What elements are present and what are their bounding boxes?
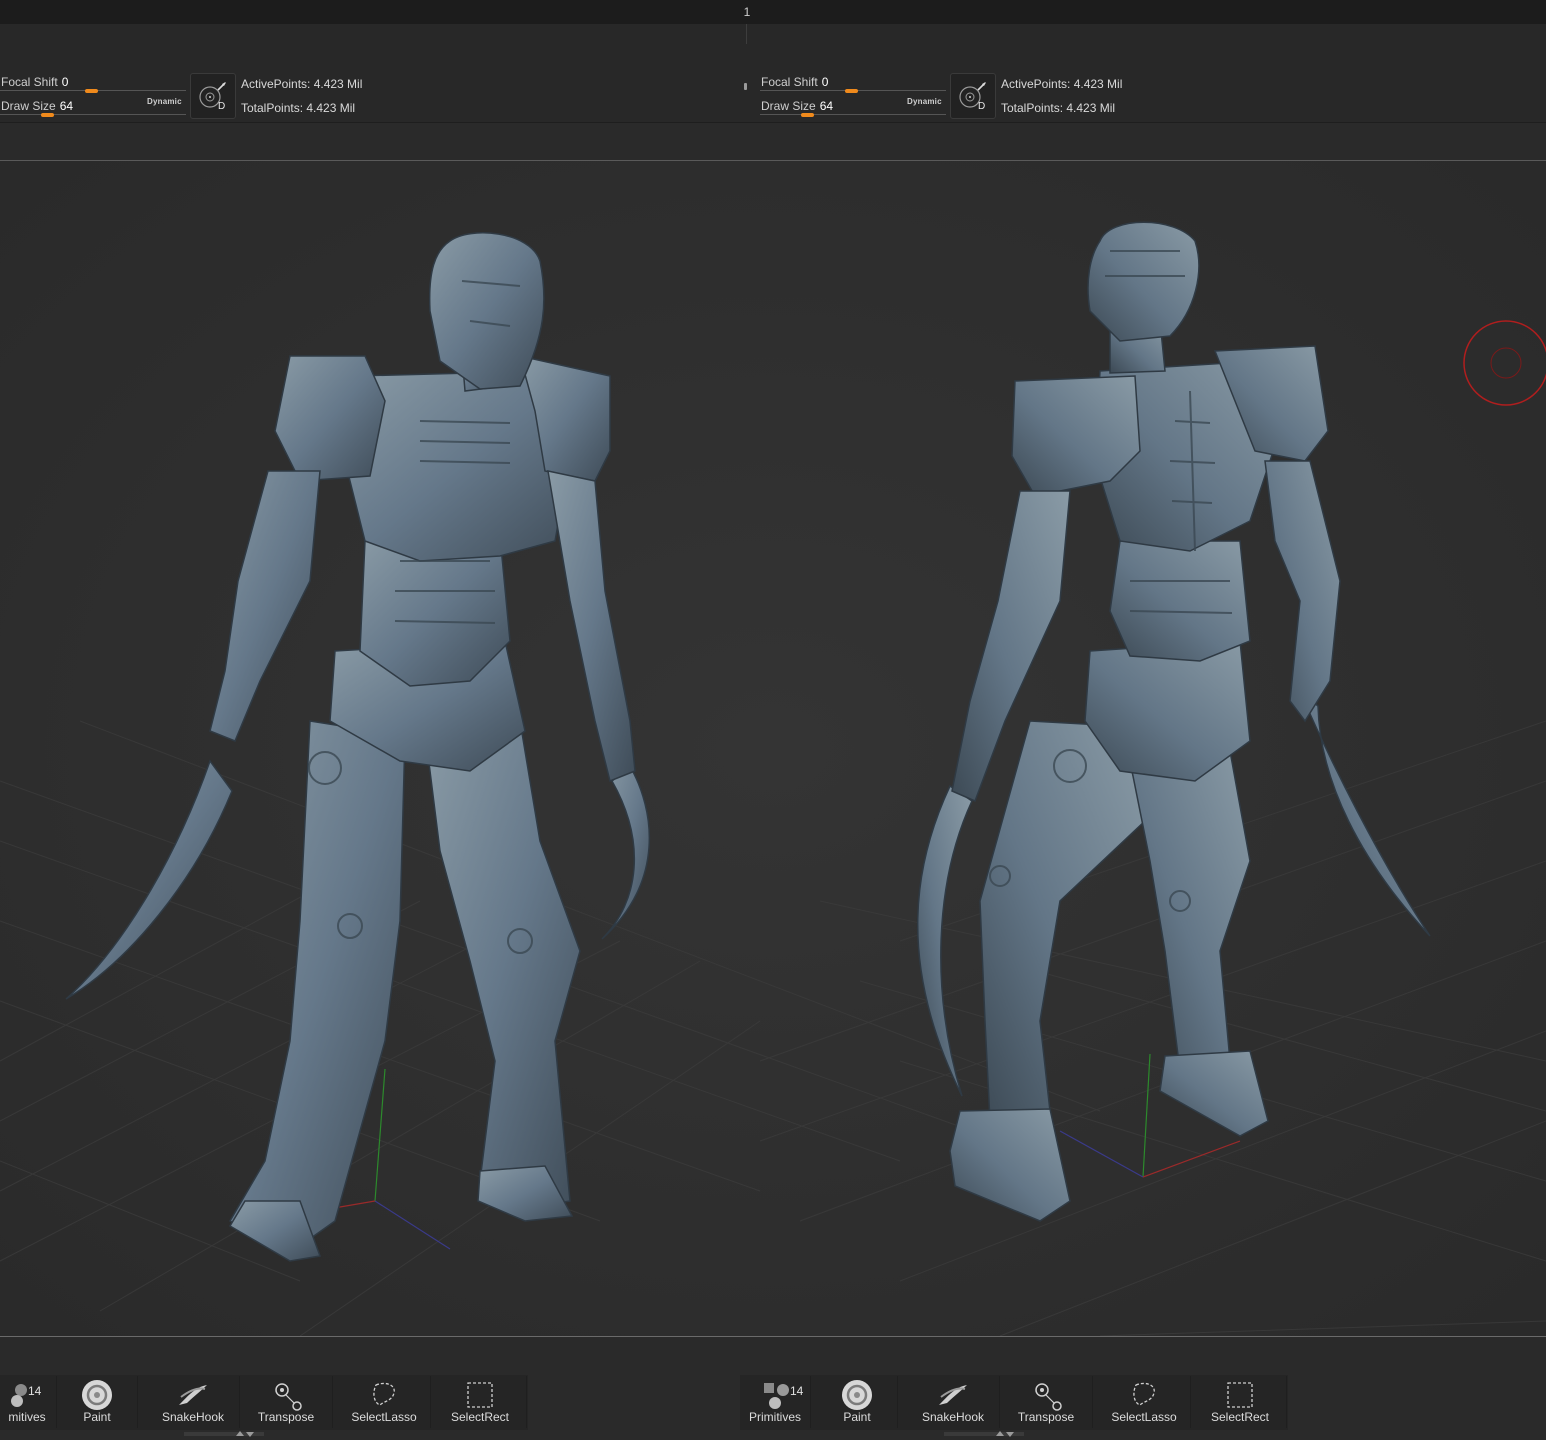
- tool-snakehook[interactable]: SnakeHook: [147, 1376, 240, 1428]
- focal-shift-label: Focal Shift: [761, 75, 818, 89]
- tool-label: SelectRect: [450, 1410, 510, 1424]
- selectrect-icon: [467, 1382, 493, 1408]
- tool-selectlasso[interactable]: SelectLasso: [338, 1376, 431, 1428]
- tool-transpose[interactable]: Transpose: [240, 1376, 333, 1428]
- lazymouse-letter: D: [978, 101, 985, 112]
- focal-shift-slider[interactable]: Focal Shift 0: [761, 75, 828, 89]
- active-points: ActivePoints: 4.423 Mil: [1001, 77, 1123, 91]
- tool-label: SnakeHook: [921, 1410, 985, 1424]
- title-bar: 1: [0, 0, 1546, 25]
- draw-size-value: 64: [59, 99, 74, 113]
- dynamic-toggle[interactable]: Dynamic: [147, 97, 182, 106]
- selectlasso-icon: [1133, 1382, 1155, 1406]
- 3d-viewport[interactable]: [0, 161, 1546, 1336]
- transpose-icon: [275, 1383, 302, 1411]
- total-points: TotalPoints: 4.423 Mil: [241, 101, 356, 115]
- tool-label: Transpose: [257, 1410, 315, 1424]
- focal-shift-knob[interactable]: [845, 89, 858, 93]
- lazymouse-button[interactable]: D: [950, 73, 996, 119]
- tool-selectlasso[interactable]: SelectLasso: [1098, 1376, 1191, 1428]
- dynamic-toggle[interactable]: Dynamic: [907, 97, 942, 106]
- focal-shift-slider[interactable]: Focal Shift 0: [1, 75, 68, 89]
- divider: [746, 24, 747, 44]
- tool-paint[interactable]: Paint: [817, 1376, 898, 1428]
- draw-size-value: 64: [819, 99, 834, 113]
- scene-canvas[interactable]: [0, 161, 1546, 1336]
- primitives-count: 14: [28, 1384, 42, 1398]
- selectlasso-icon: [373, 1382, 395, 1406]
- tool-selectrect[interactable]: SelectRect: [1194, 1376, 1287, 1428]
- lazymouse-button[interactable]: D: [190, 73, 236, 119]
- top-toolstrip: Focal Shift 0 Draw Size 64 Dynamic D Activ…: [0, 24, 1546, 123]
- secondary-toolbar: [0, 123, 1546, 161]
- focal-shift-value: 0: [821, 75, 829, 89]
- tool-label: SelectLasso: [1111, 1410, 1177, 1424]
- draw-size-track[interactable]: [0, 114, 186, 115]
- tool-label: Primitives: [748, 1410, 801, 1424]
- tool-primitives[interactable]: 14 mitives: [0, 1376, 57, 1428]
- tool-selectrect[interactable]: SelectRect: [434, 1376, 527, 1428]
- tool-primitives[interactable]: 14 Primitives: [740, 1376, 811, 1428]
- active-points: ActivePoints: 4.423 Mil: [241, 77, 363, 91]
- paint-icon: [842, 1380, 872, 1410]
- selectrect-icon: [1227, 1382, 1253, 1408]
- page-number: 1: [743, 5, 751, 19]
- tool-label: SnakeHook: [161, 1410, 225, 1424]
- panel-separator: [744, 83, 747, 90]
- lazymouse-letter: D: [218, 101, 225, 112]
- primitives-icon: [764, 1383, 789, 1409]
- tool-paint[interactable]: Paint: [57, 1376, 138, 1428]
- tool-snakehook[interactable]: SnakeHook: [907, 1376, 1000, 1428]
- draw-size-knob[interactable]: [41, 113, 54, 117]
- left-slider-group: Focal Shift 0 Draw Size 64 Dynamic: [0, 24, 190, 122]
- tool-label: Transpose: [1017, 1410, 1075, 1424]
- right-slider-group: Focal Shift 0 Draw Size 64 Dynamic: [760, 24, 950, 122]
- lazymouse-icon: D: [959, 82, 986, 112]
- draw-size-label: Draw Size: [761, 99, 816, 113]
- draw-size-slider[interactable]: Draw Size 64: [761, 99, 833, 113]
- draw-size-slider[interactable]: Draw Size 64: [1, 99, 73, 113]
- lazymouse-icon: D: [199, 82, 226, 112]
- brush-cursor-icon: [1463, 320, 1546, 406]
- tool-label: mitives: [8, 1410, 46, 1424]
- draw-size-knob[interactable]: [801, 113, 814, 117]
- shelf-scroll-grip[interactable]: [184, 1430, 264, 1438]
- tool-label: Paint: [83, 1410, 111, 1424]
- tool-label: SelectLasso: [351, 1410, 417, 1424]
- draw-size-label: Draw Size: [1, 99, 56, 113]
- paint-icon: [82, 1380, 112, 1410]
- snakehook-icon: [939, 1385, 967, 1405]
- focal-shift-label: Focal Shift: [1, 75, 58, 89]
- draw-size-track[interactable]: [760, 114, 946, 115]
- tool-label: SelectRect: [1210, 1410, 1270, 1424]
- shelf-scroll-grip[interactable]: [944, 1430, 1024, 1438]
- focal-shift-knob[interactable]: [85, 89, 98, 93]
- primitives-count: 14: [790, 1384, 804, 1398]
- focal-shift-value: 0: [61, 75, 69, 89]
- tool-label: Paint: [843, 1410, 871, 1424]
- snakehook-icon: [179, 1385, 207, 1405]
- tool-transpose[interactable]: Transpose: [1000, 1376, 1093, 1428]
- transpose-icon: [1035, 1383, 1062, 1411]
- total-points: TotalPoints: 4.423 Mil: [1001, 101, 1116, 115]
